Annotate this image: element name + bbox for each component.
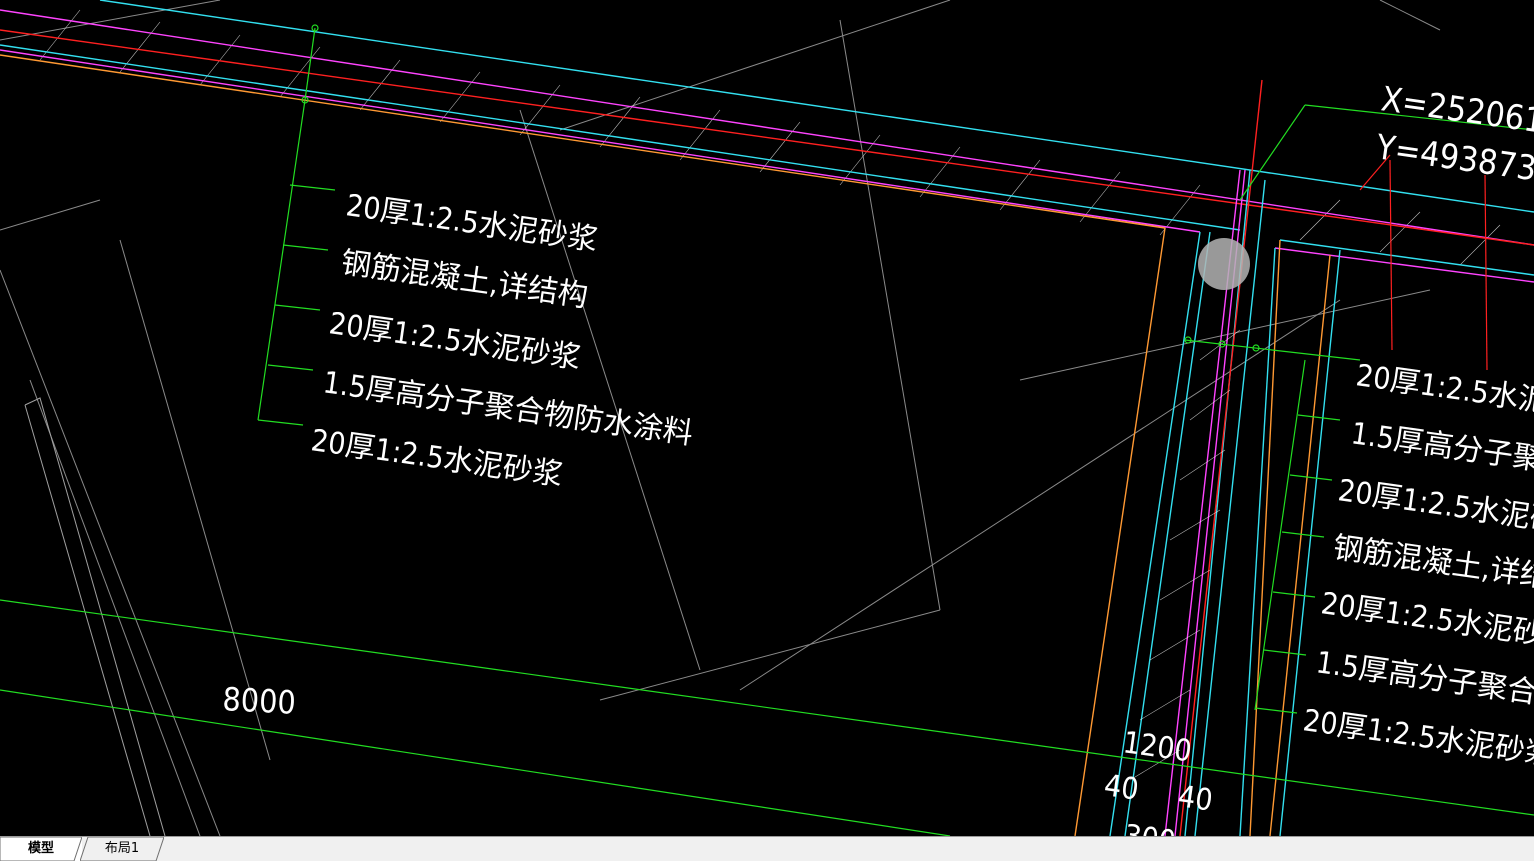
- right-label-3: 20厚1:2.5水泥砂: [1336, 473, 1534, 539]
- right-label-5: 20厚1:2.5水泥砂: [1319, 586, 1534, 652]
- dimension-span: 8000: [222, 680, 297, 722]
- right-label-4: 钢筋混凝土,详结构: [1331, 530, 1534, 599]
- wall-hatch: [1129, 329, 1241, 781]
- top-slab: [0, 0, 1534, 283]
- right-label-2: 1.5厚高分子聚合: [1349, 416, 1534, 482]
- dimension-c: 300: [1122, 818, 1178, 836]
- left-label-5: 20厚1:2.5水泥砂浆: [309, 423, 565, 493]
- coordinate-leaders: [1359, 154, 1488, 371]
- left-label-2: 钢筋混凝土,详结构: [339, 245, 590, 314]
- left-label-3: 20厚1:2.5水泥砂浆: [327, 306, 583, 376]
- right-label-1: 20厚1:2.5水泥砂: [1354, 358, 1534, 424]
- dimension-b-right: 40: [1176, 779, 1215, 818]
- cursor-marker: [1198, 238, 1250, 290]
- wall-band: [1074, 79, 1341, 836]
- tab-model-label: 模型: [27, 841, 54, 856]
- left-outline: [24, 397, 166, 836]
- layout-tab-bar: 模型 布局1: [0, 836, 1534, 861]
- tab-model[interactable]: 模型: [0, 837, 82, 861]
- dimension-a: 1200: [1121, 725, 1194, 769]
- right-label-7: 20厚1:2.5水泥砂浆: [1301, 703, 1534, 773]
- dimension-b-left: 40: [1102, 768, 1141, 807]
- left-label-1: 20厚1:2.5水泥砂浆: [344, 188, 600, 258]
- tab-layout1[interactable]: 布局1: [80, 837, 164, 861]
- drawing-canvas[interactable]: X=2520611 Y=493873. 20厚1:2.5水泥砂浆 钢筋混凝土,详…: [0, 0, 1534, 836]
- construction-lines: [0, 0, 1441, 836]
- cad-drawing: X=2520611 Y=493873. 20厚1:2.5水泥砂浆 钢筋混凝土,详…: [0, 0, 1534, 836]
- tab-layout1-label: 布局1: [104, 841, 140, 856]
